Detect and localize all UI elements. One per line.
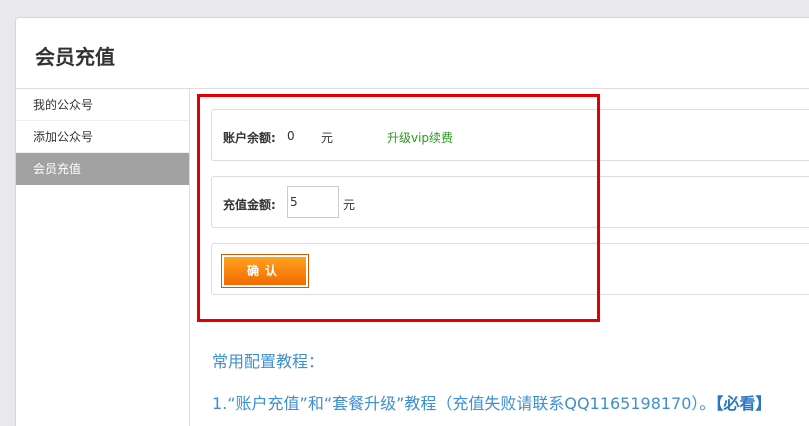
balance-unit: 元	[321, 131, 334, 145]
tutorial-link[interactable]: 1.“账户充值”和“套餐升级”教程（充值失败请联系QQ1165198170）。【…	[212, 390, 771, 414]
page-title: 会员充值	[35, 45, 115, 69]
sidebar-item-add-account[interactable]: 添加公众号	[16, 121, 189, 153]
recharge-amount-input[interactable]	[287, 186, 339, 218]
upgrade-vip-link[interactable]: 升级vip续费	[387, 129, 453, 146]
sidebar-item-my-accounts[interactable]: 我的公众号	[16, 89, 189, 121]
sidebar-item-recharge[interactable]: 会员充值	[16, 153, 189, 185]
balance-label: 账户余额:	[223, 131, 276, 145]
balance-row: 账户余额: 0 元 升级vip续费	[211, 109, 809, 161]
tutorials-heading: 常用配置教程：	[212, 352, 325, 371]
confirm-button[interactable]: 确认	[221, 254, 309, 288]
must-see-tag: 【必看】	[715, 394, 772, 413]
recharge-amount-label: 充值金额:	[223, 198, 276, 212]
confirm-row: 确认	[211, 243, 809, 295]
tutorial-text: 1.“账户充值”和“套餐升级”教程（充值失败请联系QQ1165198170）。	[212, 394, 716, 413]
sidebar: 我的公众号 添加公众号 会员充值	[16, 89, 190, 426]
recharge-row: 充值金额: 元	[211, 176, 809, 228]
balance-value: 0	[287, 129, 295, 143]
recharge-unit: 元	[343, 198, 356, 212]
